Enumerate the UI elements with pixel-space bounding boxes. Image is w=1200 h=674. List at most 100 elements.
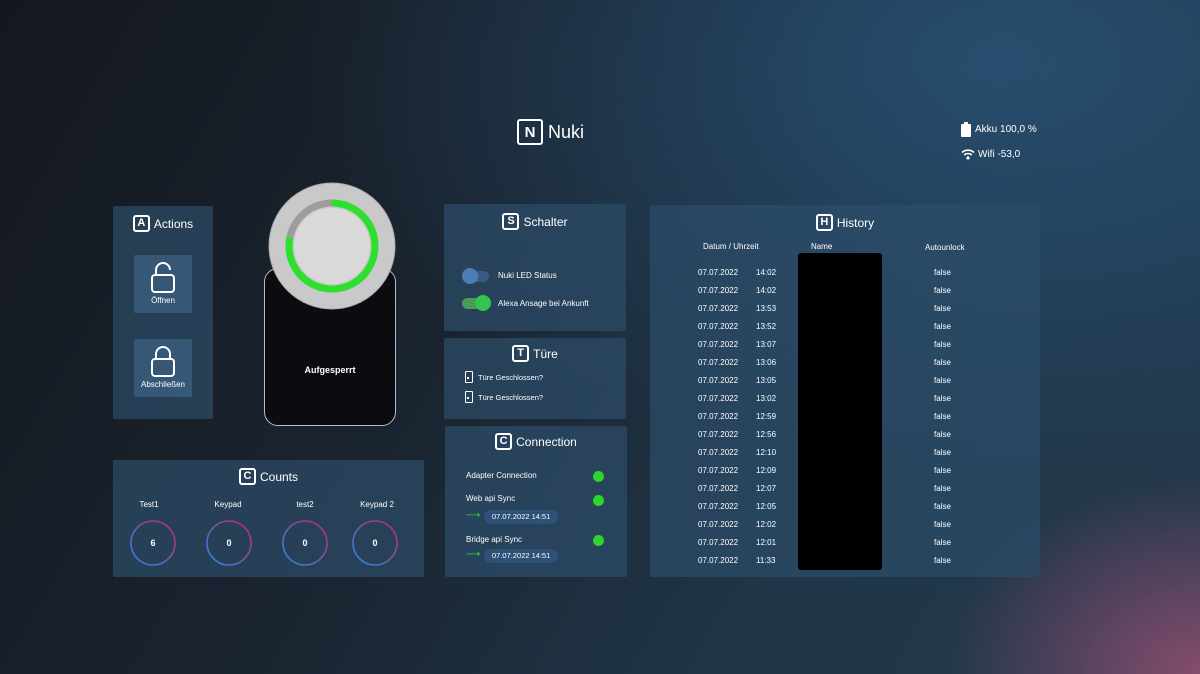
history-time: 13:02 <box>756 393 777 403</box>
history-date: 07.07.2022 <box>698 519 739 529</box>
history-autounlock-value: false <box>934 483 951 493</box>
bridge-sync-timestamp: 07.07.2022 14:51 <box>484 549 559 563</box>
history-date: 07.07.2022 <box>698 357 739 367</box>
history-row: 07.07.2022 13:05 <box>698 371 786 389</box>
history-date: 07.07.2022 <box>698 483 739 493</box>
history-autounlock-list: false false false false false false false false… <box>934 263 951 569</box>
history-autounlock-value: false <box>934 339 951 349</box>
history-row: 07.07.2022 12:09 <box>698 461 786 479</box>
door-icon <box>465 371 473 383</box>
count-value-keypad2: 0 <box>372 538 378 548</box>
history-autounlock-value: false <box>934 267 951 277</box>
history-autounlock-value: false <box>934 303 951 313</box>
lock-label: Abschließen <box>140 380 186 389</box>
bridge-sync-label: Bridge api Sync <box>466 535 523 544</box>
history-time: 13:06 <box>756 357 777 367</box>
door-status-2: Türe Geschlossen? <box>478 393 544 402</box>
battery-icon <box>961 122 971 137</box>
adapter-connection-label: Adapter Connection <box>466 471 537 480</box>
history-row: 07.07.2022 13:53 <box>698 299 786 317</box>
schalter-title-text: Schalter <box>523 214 568 229</box>
connection-title-text: Connection <box>516 434 577 449</box>
history-name-column-redacted <box>798 253 882 570</box>
history-time: 12:01 <box>756 537 777 547</box>
history-time: 14:02 <box>756 267 777 277</box>
web-sync-timestamp: 07.07.2022 14:51 <box>484 510 559 524</box>
history-row: 07.07.2022 12:56 <box>698 425 786 443</box>
history-autounlock-value: false <box>934 375 951 385</box>
history-autounlock-value: false <box>934 501 951 511</box>
history-autounlock-value: false <box>934 321 951 331</box>
history-row: 07.07.2022 12:05 <box>698 497 786 515</box>
history-time: 11:33 <box>756 555 776 565</box>
door-icon <box>465 391 473 403</box>
history-date: 07.07.2022 <box>698 465 739 475</box>
lock-button[interactable]: Abschließen <box>134 339 192 397</box>
history-time: 12:02 <box>756 519 777 529</box>
history-autounlock-value: false <box>934 285 951 295</box>
history-date: 07.07.2022 <box>698 375 739 385</box>
count-label-keypad: Keypad <box>214 500 242 509</box>
history-row: 07.07.2022 13:52 <box>698 317 786 335</box>
arrow-right-icon: ⟶ <box>466 510 481 521</box>
history-date: 07.07.2022 <box>698 447 739 457</box>
counts-panel: C Counts Test1 Keypad test2 Keypad 2 6 0… <box>113 460 424 577</box>
bridge-sync-status-dot <box>593 535 604 546</box>
alexa-label: Alexa Ansage bei Ankunft <box>498 299 589 308</box>
led-status-toggle[interactable] <box>462 268 489 284</box>
app-title: Nuki <box>548 121 585 142</box>
history-time: 13:07 <box>756 339 777 349</box>
history-autounlock-value: false <box>934 519 951 529</box>
alexa-toggle[interactable] <box>462 295 491 311</box>
wifi-label: Wifi -53,0 <box>978 148 1021 160</box>
history-date: 07.07.2022 <box>698 393 739 403</box>
wifi-icon <box>961 149 975 160</box>
history-row: 07.07.2022 11:33 <box>698 551 786 569</box>
actions-letter-icon: A <box>132 215 150 232</box>
actions-title: A Actions <box>113 215 213 232</box>
history-datetime-list: 07.07.2022 14:02 07.07.2022 14:02 07.07.2022… <box>698 263 786 569</box>
history-date: 07.07.2022 <box>698 303 739 313</box>
history-time: 13:53 <box>756 303 777 313</box>
count-label-keypad2: Keypad 2 <box>360 500 394 509</box>
history-date: 07.07.2022 <box>698 339 739 349</box>
history-autounlock-value: false <box>934 537 951 547</box>
count-value-test2: 0 <box>302 538 308 548</box>
schalter-letter-icon: S <box>502 213 520 230</box>
history-date: 07.07.2022 <box>698 537 739 547</box>
web-sync-status-dot <box>593 495 604 506</box>
tuere-title-text: Türe <box>533 346 558 361</box>
unlock-icon <box>151 262 175 293</box>
count-label-test2: test2 <box>296 500 314 509</box>
counts-title: C Counts <box>113 468 424 485</box>
count-value-keypad: 0 <box>226 538 232 548</box>
history-row: 07.07.2022 12:59 <box>698 407 786 425</box>
open-button[interactable]: Öffnen <box>134 255 192 313</box>
nuki-logo-icon: N <box>517 119 543 145</box>
wifi-status: Wifi -53,0 <box>961 148 1020 160</box>
counts-title-text: Counts <box>259 469 299 484</box>
count-value-test1: 6 <box>150 538 156 548</box>
history-autounlock-value: false <box>934 465 951 475</box>
schalter-panel: S Schalter Nuki LED Status Alexa Ansage … <box>444 204 626 331</box>
history-autounlock-value: false <box>934 429 951 439</box>
connection-letter-icon: C <box>495 433 513 450</box>
history-row: 07.07.2022 14:02 <box>698 263 786 281</box>
history-autounlock-value: false <box>934 393 951 403</box>
history-row: 07.07.2022 12:02 <box>698 515 786 533</box>
history-autounlock-value: false <box>934 357 951 367</box>
count-label-test1: Test1 <box>139 500 159 509</box>
history-title-text: History <box>836 215 875 230</box>
history-row: 07.07.2022 13:07 <box>698 335 786 353</box>
history-row: 07.07.2022 14:02 <box>698 281 786 299</box>
connection-panel: C Connection Adapter Connection Web api … <box>445 426 627 577</box>
history-time: 14:02 <box>756 285 777 295</box>
tuere-letter-icon: T <box>512 345 530 362</box>
lock-state-label: Aufgesperrt <box>304 365 356 375</box>
history-time: 12:56 <box>756 429 777 439</box>
lock-knob[interactable] <box>268 182 396 310</box>
history-autounlock-value: false <box>934 411 951 421</box>
battery-label: Akku 100,0 % <box>975 124 1037 135</box>
app-brand: N Nuki <box>517 119 584 145</box>
adapter-status-dot <box>593 471 604 482</box>
